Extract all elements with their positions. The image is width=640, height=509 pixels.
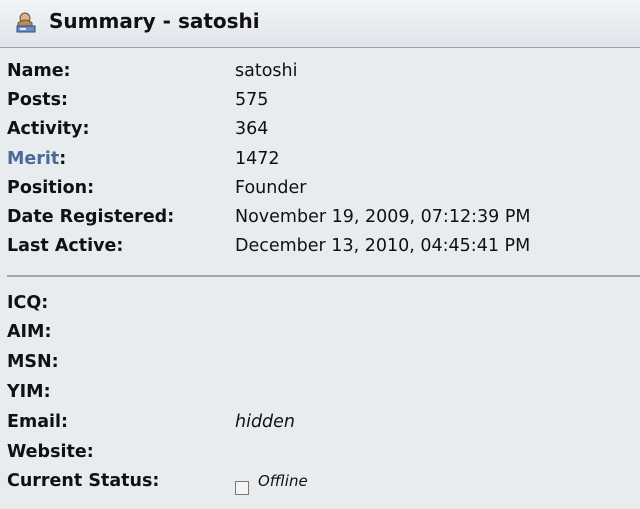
profile-row-posts: Posts: 575 <box>0 87 640 115</box>
profile-row-merit: Merit: 1472 <box>0 146 640 174</box>
merit-value: 1472 <box>235 149 280 169</box>
position-value: Founder <box>235 178 307 198</box>
section-divider <box>7 275 640 277</box>
profile-row-name: Name: satoshi <box>0 58 640 86</box>
date-registered-label: Date Registered: <box>7 207 175 227</box>
last-active-label: Last Active: <box>7 236 124 256</box>
date-registered-value: November 19, 2009, 07:12:39 PM <box>235 207 531 227</box>
contact-row-website: Website: <box>0 439 640 467</box>
current-status-label: Current Status: <box>7 471 160 491</box>
name-value: satoshi <box>235 61 298 81</box>
yim-label: YIM: <box>7 382 51 402</box>
msn-label: MSN: <box>7 352 59 372</box>
user-icon <box>16 12 36 33</box>
aim-label: AIM: <box>7 322 52 342</box>
contact-row-email: Email: hidden <box>0 409 640 437</box>
contact-row-msn: MSN: <box>0 349 640 377</box>
position-label: Position: <box>7 178 95 198</box>
last-active-value: December 13, 2010, 04:45:41 PM <box>235 236 531 256</box>
offline-status-icon <box>235 481 249 495</box>
email-value: hidden <box>235 412 296 432</box>
posts-label: Posts: <box>7 90 69 110</box>
page-title: Summary - satoshi <box>49 9 260 33</box>
current-status-value: Offline <box>258 472 308 490</box>
profile-header: Summary - satoshi <box>0 0 640 48</box>
contact-row-aim: AIM: <box>0 319 640 347</box>
contact-row-icq: ICQ: <box>0 290 640 318</box>
profile-row-date-registered: Date Registered: November 19, 2009, 07:1… <box>0 204 640 232</box>
contact-row-yim: YIM: <box>0 379 640 407</box>
contact-row-current-status: Current Status: <box>0 468 640 496</box>
profile-row-last-active: Last Active: December 13, 2010, 04:45:41… <box>0 233 640 261</box>
activity-value: 364 <box>235 119 269 139</box>
merit-label: Merit: <box>7 149 66 169</box>
activity-label: Activity: <box>7 119 90 139</box>
name-label: Name: <box>7 61 71 81</box>
posts-value: 575 <box>235 90 269 110</box>
profile-row-position: Position: Founder <box>0 175 640 203</box>
profile-row-activity: Activity: 364 <box>0 116 640 144</box>
icq-label: ICQ: <box>7 293 49 313</box>
website-label: Website: <box>7 442 94 462</box>
merit-link[interactable]: Merit <box>7 149 59 169</box>
email-label: Email: <box>7 412 68 432</box>
merit-label-suffix: : <box>59 149 67 169</box>
